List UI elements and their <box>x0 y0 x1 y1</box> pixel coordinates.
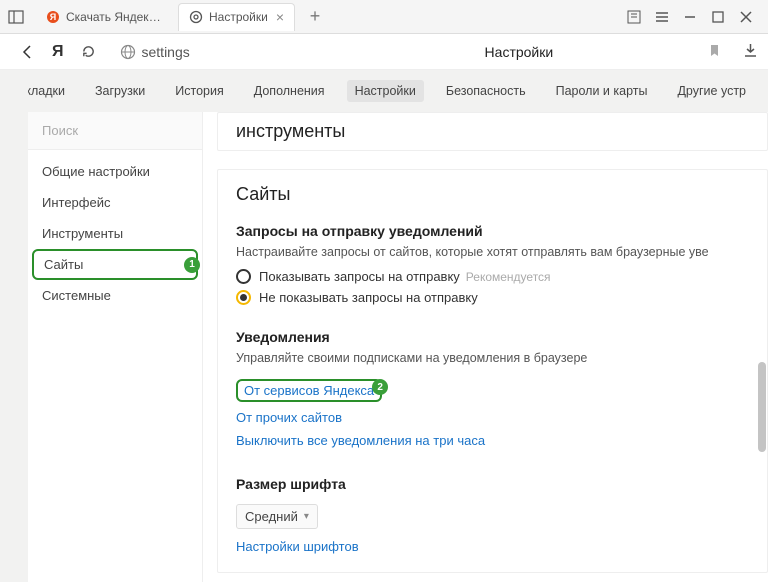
titlebar: Я Скачать Яндекс.Браузер д Настройки × + <box>0 0 768 34</box>
radio-show-requests[interactable]: Показывать запросы на отправку Рекоменду… <box>236 269 749 284</box>
tab-panel-icon[interactable] <box>8 9 24 25</box>
topnav-passwords[interactable]: Пароли и карты <box>548 80 656 102</box>
sidebar-item-interface[interactable]: Интерфейс <box>28 187 202 218</box>
back-icon[interactable] <box>16 41 38 63</box>
topnav-addons[interactable]: Дополнения <box>246 80 333 102</box>
settings-sidebar: Поиск Общие настройки Интерфейс Инструме… <box>28 112 203 582</box>
topnav-security[interactable]: Безопасность <box>438 80 534 102</box>
topnav-other-devices[interactable]: Другие устр <box>669 80 754 102</box>
recommended-label: Рекомендуется <box>466 270 551 284</box>
gear-icon <box>189 10 203 24</box>
notifications-subtext: Управляйте своими подписками на уведомле… <box>236 351 749 365</box>
reload-icon[interactable] <box>78 41 100 63</box>
radio-label: Показывать запросы на отправку <box>259 269 460 284</box>
font-size-heading: Размер шрифта <box>236 476 749 492</box>
close-button[interactable] <box>732 3 760 31</box>
sidebar-item-tools[interactable]: Инструменты <box>28 218 202 249</box>
topnav-downloads[interactable]: Загрузки <box>87 80 153 102</box>
bookmark-icon[interactable] <box>708 44 721 60</box>
search-input[interactable]: Поиск <box>28 112 202 150</box>
tab-label: Скачать Яндекс.Браузер д <box>66 10 166 24</box>
topnav-bookmarks[interactable]: Закладки <box>28 80 73 102</box>
select-value: Средний <box>245 509 298 524</box>
annotation-badge-2: 2 <box>372 379 388 395</box>
font-size-select[interactable]: Средний ▾ <box>236 504 318 529</box>
link-font-settings[interactable]: Настройки шрифтов <box>236 539 359 554</box>
sidebar-item-sites[interactable]: Сайты 1 <box>32 249 198 280</box>
link-yandex-services[interactable]: От сервисов Яндекса 2 <box>236 379 382 402</box>
radio-icon <box>236 290 251 305</box>
sidebar-item-label: Сайты <box>44 257 83 272</box>
sidebar-item-system[interactable]: Системные <box>28 280 202 311</box>
reader-icon[interactable] <box>620 3 648 31</box>
maximize-button[interactable] <box>704 3 732 31</box>
link-disable-notifications[interactable]: Выключить все уведомления на три часа <box>236 433 485 448</box>
minimize-button[interactable] <box>676 3 704 31</box>
radio-icon <box>236 269 251 284</box>
new-tab-button[interactable]: + <box>303 5 327 29</box>
notification-requests-heading: Запросы на отправку уведомлений <box>236 223 749 239</box>
tab-settings[interactable]: Настройки × <box>178 3 295 31</box>
topnav-history[interactable]: История <box>167 80 231 102</box>
url-text[interactable]: settings <box>142 44 190 60</box>
notifications-heading: Уведомления <box>236 329 749 345</box>
link-other-sites[interactable]: От прочих сайтов <box>236 410 342 425</box>
tab-label: Настройки <box>209 10 268 24</box>
section-tools-title: инструменты <box>236 121 749 142</box>
annotation-badge-1: 1 <box>184 257 200 273</box>
tab-download-yandex[interactable]: Я Скачать Яндекс.Браузер д <box>36 3 176 31</box>
yandex-favicon-icon: Я <box>46 10 60 24</box>
topnav-settings[interactable]: Настройки <box>347 80 424 102</box>
content-area: Закладки Загрузки История Дополнения Нас… <box>0 70 768 582</box>
svg-text:Я: Я <box>50 12 56 22</box>
chevron-down-icon: ▾ <box>304 511 309 522</box>
menu-icon[interactable] <box>648 3 676 31</box>
close-icon[interactable]: × <box>276 9 284 25</box>
link-label: От сервисов Яндекса <box>244 383 374 398</box>
page-title: Настройки <box>485 44 554 60</box>
settings-content: инструменты Сайты Запросы на отправку ув… <box>203 112 768 582</box>
search-placeholder: Поиск <box>42 123 78 138</box>
address-bar: Я settings Настройки <box>0 34 768 70</box>
radio-label: Не показывать запросы на отправку <box>259 290 478 305</box>
download-icon[interactable] <box>743 43 758 61</box>
section-sites-title: Сайты <box>236 184 749 205</box>
yandex-logo-icon[interactable]: Я <box>52 43 64 61</box>
globe-icon[interactable] <box>120 44 136 60</box>
sidebar-item-general[interactable]: Общие настройки <box>28 156 202 187</box>
scrollbar[interactable] <box>758 362 766 452</box>
settings-top-nav: Закладки Загрузки История Дополнения Нас… <box>28 70 768 112</box>
radio-hide-requests[interactable]: Не показывать запросы на отправку <box>236 290 749 305</box>
notification-requests-subtext: Настраивайте запросы от сайтов, которые … <box>236 245 749 259</box>
